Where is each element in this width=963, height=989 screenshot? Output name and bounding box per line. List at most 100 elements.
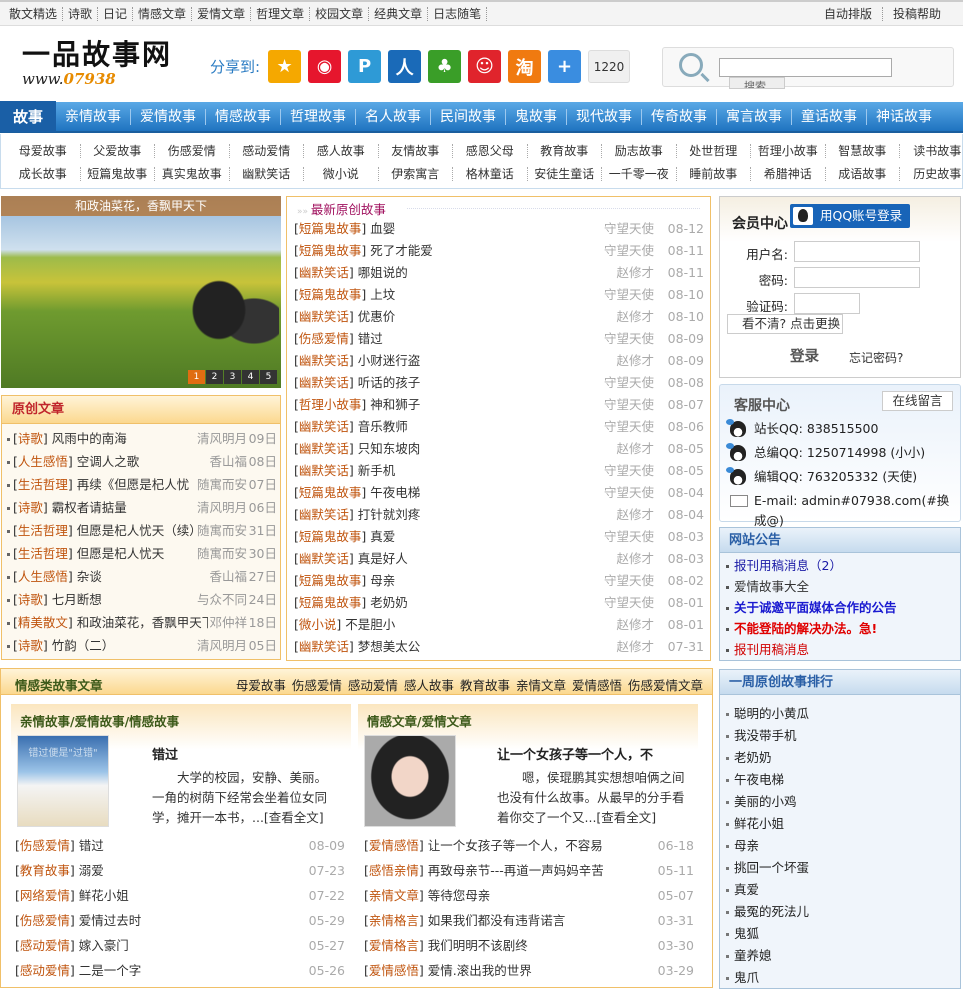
- feature-headline[interactable]: 让一个女孩子等一个人，不: [497, 744, 653, 763]
- login-button[interactable]: 登录: [790, 345, 819, 366]
- category-link[interactable]: [短篇鬼故事]: [294, 221, 370, 236]
- section-tab[interactable]: 伤感爱情: [292, 675, 342, 694]
- category-link[interactable]: [诗歌]: [13, 592, 52, 607]
- category-link[interactable]: [幽默笑话]: [294, 375, 358, 390]
- category-link[interactable]: [人生感悟]: [13, 454, 77, 469]
- list-item[interactable]: [幽默笑话] 音乐教师 守望天使 08-06: [294, 416, 704, 438]
- category-link[interactable]: [亲情文章]: [364, 888, 428, 903]
- ranking-item[interactable]: 老奶奶: [726, 748, 772, 768]
- subnav-item[interactable]: 微小说: [304, 167, 379, 181]
- list-item[interactable]: [幽默笑话] 真是好人 赵修才 08-03: [294, 548, 704, 570]
- more-share-icon[interactable]: +: [548, 50, 582, 83]
- category-link[interactable]: [感动爱情]: [15, 938, 79, 953]
- kaixin-icon[interactable]: ♣: [428, 50, 462, 83]
- nav-item[interactable]: 情感故事: [205, 108, 280, 125]
- password-input[interactable]: [794, 267, 920, 288]
- section-tab[interactable]: 感人故事: [404, 675, 454, 694]
- nav-item[interactable]: 民间故事: [430, 108, 505, 125]
- category-link[interactable]: [幽默笑话]: [294, 419, 358, 434]
- category-link[interactable]: [诗歌]: [13, 431, 52, 446]
- item-title[interactable]: 爱情过去时: [79, 913, 142, 928]
- category-link[interactable]: [幽默笑话]: [294, 441, 358, 456]
- ranking-item[interactable]: 聪明的小黄瓜: [726, 704, 809, 724]
- category-link[interactable]: [幽默笑话]: [294, 353, 358, 368]
- nav-item[interactable]: 亲情故事: [56, 109, 130, 125]
- category-link[interactable]: [幽默笑话]: [294, 463, 358, 478]
- list-item[interactable]: [感动爱情] 嫁入豪门 05-27: [15, 934, 345, 958]
- list-item[interactable]: [幽默笑话] 听话的孩子 守望天使 08-08: [294, 372, 704, 394]
- category-link[interactable]: [短篇鬼故事]: [294, 287, 370, 302]
- top-link[interactable]: 日记: [98, 7, 134, 21]
- item-title[interactable]: 小财迷行盗: [358, 353, 421, 368]
- renren-icon[interactable]: 人: [388, 50, 422, 83]
- subnav-item[interactable]: 短篇鬼故事: [81, 167, 155, 181]
- item-title[interactable]: 杂谈: [77, 569, 102, 584]
- item-title[interactable]: 午夜电梯: [370, 485, 420, 500]
- slide-indicator[interactable]: 1: [188, 370, 205, 384]
- category-link[interactable]: [爱情感悟]: [364, 838, 428, 853]
- list-item[interactable]: [短篇鬼故事] 母亲 守望天使 08-02: [294, 570, 704, 592]
- nav-item[interactable]: 名人故事: [355, 108, 430, 125]
- list-item[interactable]: [网络爱情] 鲜花小姐 07-22: [15, 884, 345, 908]
- ranking-item[interactable]: 鬼狐: [726, 924, 759, 944]
- slide-indicator[interactable]: 4: [242, 370, 259, 384]
- item-title[interactable]: 溺爱: [79, 863, 104, 878]
- category-link[interactable]: [感动爱情]: [15, 963, 79, 978]
- notice-item[interactable]: 关于诚邀平面媒体合作的公告: [726, 598, 897, 618]
- item-title[interactable]: 鲜花小姐: [79, 888, 129, 903]
- list-item[interactable]: [伤感爱情] 错过 守望天使 08-09: [294, 328, 704, 350]
- list-item[interactable]: [哲理小故事] 神和狮子 守望天使 08-07: [294, 394, 704, 416]
- subnav-item[interactable]: 感恩父母: [453, 144, 528, 158]
- subnav-item[interactable]: 哲理小故事: [751, 144, 826, 158]
- item-title[interactable]: 二是一个字: [79, 963, 142, 978]
- item-title[interactable]: 不是胆小: [345, 617, 395, 632]
- list-item[interactable]: [生活哲理] 但愿是杞人忧天（续） 随寓而安 31日: [7, 519, 277, 542]
- list-item[interactable]: [生活哲理] 但愿是杞人忧天 随寓而安 30日: [7, 542, 277, 565]
- search-button[interactable]: 搜索: [729, 77, 785, 89]
- qq-contact[interactable]: 总编QQ: 1250714998 (小小): [726, 443, 925, 463]
- list-item[interactable]: [诗歌] 风雨中的南海 清风明月 09日: [7, 427, 277, 450]
- qq-contact[interactable]: 编辑QQ: 763205332 (天使): [726, 467, 917, 487]
- item-title[interactable]: 等待您母亲: [428, 888, 491, 903]
- list-item[interactable]: [爱情感悟] 爱情.滚出我的世界 03-29: [364, 959, 694, 983]
- item-title[interactable]: 听话的孩子: [358, 375, 421, 390]
- item-title[interactable]: 老奶奶: [370, 595, 408, 610]
- site-logo[interactable]: 一品故事网 www.07938: [22, 40, 177, 90]
- item-title[interactable]: 上坟: [370, 287, 395, 302]
- category-link[interactable]: [人生感悟]: [13, 569, 77, 584]
- subnav-item[interactable]: 母爱故事: [6, 144, 81, 158]
- notice-item[interactable]: 报刊用稿消息: [726, 640, 809, 660]
- list-item[interactable]: [精美散文] 和政油菜花，香飘甲天下 邓仲祥 18日: [7, 611, 277, 634]
- category-link[interactable]: [幽默笑话]: [294, 507, 358, 522]
- item-title[interactable]: 七月断想: [52, 592, 102, 607]
- category-link[interactable]: [感悟亲情]: [364, 863, 428, 878]
- list-item[interactable]: [伤感爱情] 错过 08-09: [15, 834, 345, 858]
- qq-contact[interactable]: 站长QQ: 838515500: [726, 419, 878, 439]
- ranking-item[interactable]: 美丽的小鸡: [726, 792, 797, 812]
- captcha-input[interactable]: [794, 293, 860, 314]
- subnav-item[interactable]: 伊索寓言: [379, 167, 453, 181]
- notice-item[interactable]: 不能登陆的解决办法。急!: [726, 619, 877, 639]
- section-tab[interactable]: 教育故事: [460, 675, 510, 694]
- category-link[interactable]: [幽默笑话]: [294, 551, 358, 566]
- item-title[interactable]: 但愿是杞人忧天: [77, 546, 165, 561]
- qzone-icon[interactable]: ★: [268, 50, 302, 83]
- ranking-item[interactable]: 鲜花小姐: [726, 814, 784, 834]
- notice-item[interactable]: 报刊用稿消息（2）: [726, 556, 842, 576]
- item-title[interactable]: 梦想美太公: [358, 639, 421, 654]
- list-item[interactable]: [生活哲理] 再续《但愿是杞人忧 随寓而安 07日: [7, 473, 277, 496]
- nav-item[interactable]: 鬼故事: [505, 108, 566, 125]
- list-item[interactable]: [短篇鬼故事] 血婴 守望天使 08-12: [294, 218, 704, 240]
- notice-item[interactable]: 爱情故事大全: [726, 577, 809, 597]
- subnav-item[interactable]: 父爱故事: [81, 144, 155, 158]
- item-title[interactable]: 母亲: [370, 573, 395, 588]
- slide-indicator[interactable]: 3: [224, 370, 241, 384]
- category-link[interactable]: [生活哲理]: [13, 477, 77, 492]
- ranking-item[interactable]: 最冤的死法儿: [726, 902, 809, 922]
- top-link[interactable]: 散文精选: [4, 7, 64, 21]
- nav-home[interactable]: 故事: [0, 101, 56, 132]
- item-title[interactable]: 音乐教师: [358, 419, 408, 434]
- item-title[interactable]: 爱情.滚出我的世界: [428, 963, 532, 978]
- category-link[interactable]: [生活哲理]: [13, 546, 77, 561]
- pengyou-icon[interactable]: ☺: [468, 50, 502, 83]
